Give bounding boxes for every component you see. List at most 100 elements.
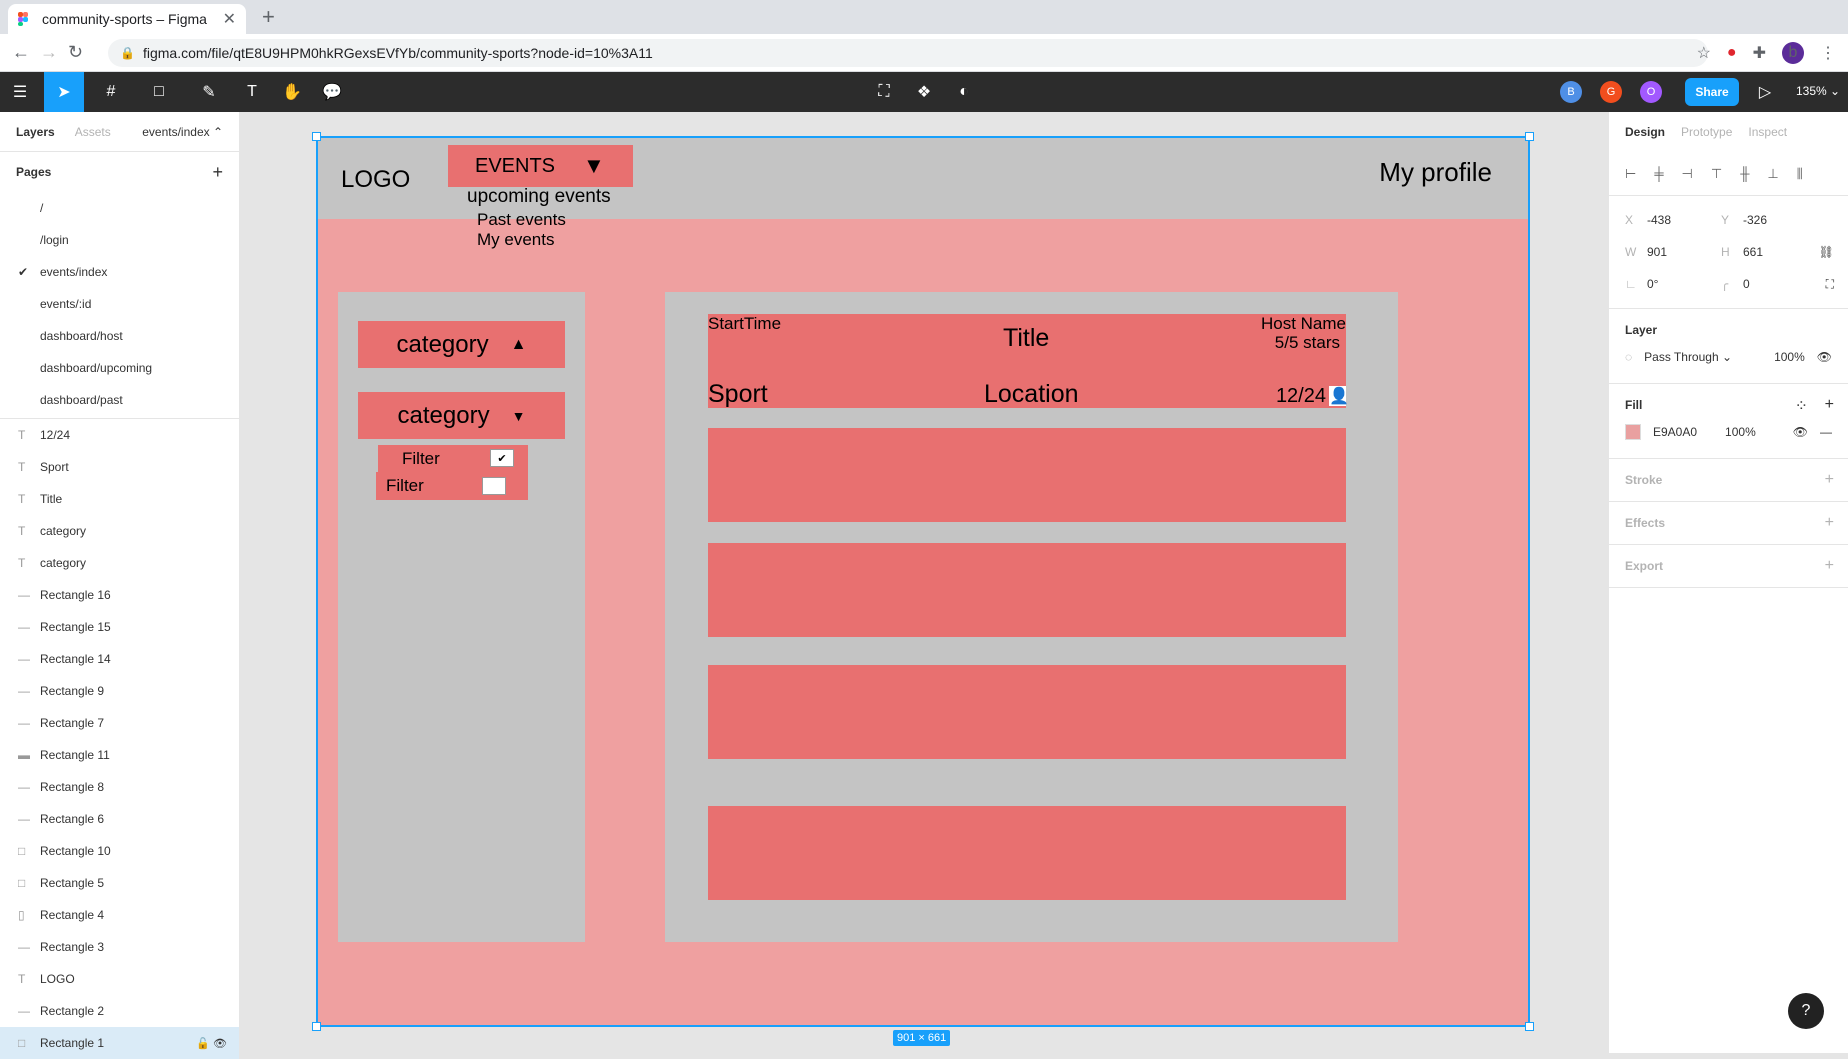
fill-visibility-eye-icon[interactable]: 👁 bbox=[1793, 425, 1808, 439]
layer-opacity[interactable]: 100% bbox=[1774, 350, 1805, 364]
layer-item[interactable]: ▬ Rectangle 11 bbox=[0, 739, 239, 771]
add-export-icon[interactable]: + bbox=[1825, 557, 1834, 575]
blend-mode-dropdown[interactable]: Pass Through ⌄ bbox=[1644, 350, 1732, 364]
reload-icon[interactable]: ↻ bbox=[68, 42, 83, 63]
help-button[interactable]: ? bbox=[1788, 993, 1824, 1029]
mock-filter-row[interactable]: Filter ✔ bbox=[378, 445, 528, 473]
radius-input[interactable]: 0 bbox=[1743, 277, 1750, 291]
mock-event-card[interactable] bbox=[708, 543, 1346, 637]
layer-item[interactable]: — Rectangle 16 bbox=[0, 579, 239, 611]
resize-handle[interactable] bbox=[1525, 132, 1534, 141]
url-input[interactable]: 🔒 figma.com/file/qtE8U9HPM0hkRGexsEVfYb/… bbox=[108, 39, 1708, 67]
canvas[interactable]: LOGO EVENTS ▼ My profile upcoming events… bbox=[241, 112, 1607, 1053]
layer-item[interactable]: T Sport bbox=[0, 451, 239, 483]
collaborator-avatar[interactable]: B bbox=[1560, 81, 1582, 103]
height-input[interactable]: 661 bbox=[1743, 245, 1763, 259]
fill-opacity[interactable]: 100% bbox=[1725, 425, 1756, 439]
comment-tool-icon[interactable]: 💬 bbox=[320, 72, 344, 112]
layer-item[interactable]: — Rectangle 8 bbox=[0, 771, 239, 803]
page-item[interactable]: dashboard/past bbox=[0, 384, 239, 416]
layer-item[interactable]: — Rectangle 9 bbox=[0, 675, 239, 707]
pen-tool-icon[interactable]: ✎ bbox=[194, 72, 224, 112]
tab-prototype[interactable]: Prototype bbox=[1681, 125, 1732, 139]
align-right-icon[interactable]: ⊣ bbox=[1682, 166, 1693, 182]
mock-category-button[interactable]: category ▼ bbox=[358, 392, 565, 439]
collaborator-avatar[interactable]: O bbox=[1640, 81, 1662, 103]
page-item[interactable]: dashboard/upcoming bbox=[0, 352, 239, 384]
fill-color-swatch[interactable] bbox=[1625, 424, 1641, 440]
crop-icon[interactable]: ⛶ bbox=[872, 72, 896, 112]
tab-layers[interactable]: Layers bbox=[16, 125, 55, 139]
remove-fill-icon[interactable]: — bbox=[1820, 425, 1832, 439]
resize-handle[interactable] bbox=[312, 1022, 321, 1031]
x-input[interactable]: -438 bbox=[1647, 213, 1671, 227]
browser-tab[interactable]: community-sports – Figma ✕ bbox=[8, 4, 246, 34]
width-input[interactable]: 901 bbox=[1647, 245, 1667, 259]
layer-item[interactable]: Tcategory bbox=[0, 515, 239, 547]
resize-handle[interactable] bbox=[312, 132, 321, 141]
layer-item[interactable]: □ Rectangle 10 bbox=[0, 835, 239, 867]
present-play-icon[interactable]: ▷ bbox=[1755, 72, 1775, 112]
mock-filter-row[interactable]: Filter bbox=[376, 472, 528, 500]
page-item[interactable]: / bbox=[0, 192, 239, 224]
resize-handle[interactable] bbox=[1525, 1022, 1534, 1031]
align-center-h-icon[interactable]: ╪ bbox=[1654, 166, 1663, 181]
browser-menu-icon[interactable]: ⋮ bbox=[1820, 43, 1836, 63]
align-top-icon[interactable]: ⊤ bbox=[1711, 166, 1722, 182]
style-grid-icon[interactable]: ⁘ bbox=[1795, 396, 1808, 416]
page-item[interactable]: /login bbox=[0, 224, 239, 256]
components-icon[interactable]: ❖ bbox=[912, 72, 936, 112]
collaborator-avatar[interactable]: G bbox=[1600, 81, 1622, 103]
add-page-icon[interactable]: + bbox=[212, 162, 223, 183]
tab-assets[interactable]: Assets bbox=[75, 125, 111, 139]
move-tool-icon[interactable]: ➤ bbox=[44, 72, 84, 112]
constrain-proportions-icon[interactable]: ⛓ bbox=[1819, 245, 1834, 259]
rotation-input[interactable]: 0° bbox=[1647, 277, 1658, 291]
layer-item[interactable]: T Title bbox=[0, 483, 239, 515]
extensions-icon[interactable]: ✚ bbox=[1753, 43, 1766, 63]
browser-profile-avatar[interactable]: b bbox=[1782, 42, 1804, 64]
page-item[interactable]: dashboard/host bbox=[0, 320, 239, 352]
page-item[interactable]: events/:id bbox=[0, 288, 239, 320]
layer-item[interactable]: □ Rectangle 5 bbox=[0, 867, 239, 899]
page-item[interactable]: ✔ events/index bbox=[0, 256, 239, 288]
add-effect-icon[interactable]: + bbox=[1825, 514, 1834, 532]
bookmark-star-icon[interactable]: ☆ bbox=[1697, 43, 1711, 63]
frame-tool-icon[interactable]: # bbox=[96, 72, 126, 112]
layer-item[interactable]: — Rectangle 7 bbox=[0, 707, 239, 739]
main-menu-icon[interactable]: ☰ bbox=[8, 72, 32, 112]
text-tool-icon[interactable]: T bbox=[240, 72, 264, 112]
events-index-frame[interactable]: LOGO EVENTS ▼ My profile upcoming events… bbox=[316, 136, 1530, 1027]
mock-category-button[interactable]: category ▲ bbox=[358, 321, 565, 368]
tab-inspect[interactable]: Inspect bbox=[1748, 125, 1787, 139]
layer-item[interactable]: □ Rectangle 1 🔓 👁 bbox=[0, 1027, 239, 1059]
mock-events-button[interactable]: EVENTS ▼ bbox=[448, 145, 633, 187]
forward-icon[interactable]: → bbox=[40, 42, 58, 63]
layer-item[interactable]: — Rectangle 6 bbox=[0, 803, 239, 835]
mock-checkbox-checked[interactable]: ✔ bbox=[490, 449, 514, 467]
mock-event-card[interactable] bbox=[708, 806, 1346, 900]
distribute-icon[interactable]: ⫼ bbox=[1797, 166, 1803, 182]
back-icon[interactable]: ← bbox=[12, 42, 30, 63]
layer-item[interactable]: — Rectangle 15 bbox=[0, 611, 239, 643]
shape-tool-icon[interactable]: □ bbox=[144, 72, 174, 112]
tab-design[interactable]: Design bbox=[1625, 125, 1665, 139]
fill-hex[interactable]: E9A0A0 bbox=[1653, 425, 1697, 439]
mock-event-card[interactable]: StartTime Title Host Name 5/5 stars Spor… bbox=[708, 314, 1349, 408]
layer-item[interactable]: Tcategory bbox=[0, 547, 239, 579]
y-input[interactable]: -326 bbox=[1743, 213, 1767, 227]
mock-checkbox-unchecked[interactable] bbox=[482, 477, 506, 495]
visibility-eye-icon[interactable]: 👁 bbox=[1817, 350, 1832, 364]
align-bottom-icon[interactable]: ⊥ bbox=[1767, 166, 1778, 182]
layer-item[interactable]: ▯ Rectangle 4 bbox=[0, 899, 239, 931]
layer-item[interactable]: T 12/24 bbox=[0, 419, 239, 451]
layer-item[interactable]: T LOGO bbox=[0, 963, 239, 995]
lock-visibility-icons[interactable]: 🔓 👁 bbox=[196, 1037, 227, 1050]
align-middle-v-icon[interactable]: ╫ bbox=[1740, 166, 1749, 181]
contrast-icon[interactable]: ◐ bbox=[952, 72, 976, 112]
share-button[interactable]: Share bbox=[1685, 78, 1739, 106]
add-fill-icon[interactable]: + bbox=[1825, 396, 1834, 414]
align-left-icon[interactable]: ⊢ bbox=[1625, 166, 1636, 182]
new-tab-button[interactable]: + bbox=[262, 4, 275, 30]
layer-item[interactable]: — Rectangle 14 bbox=[0, 643, 239, 675]
